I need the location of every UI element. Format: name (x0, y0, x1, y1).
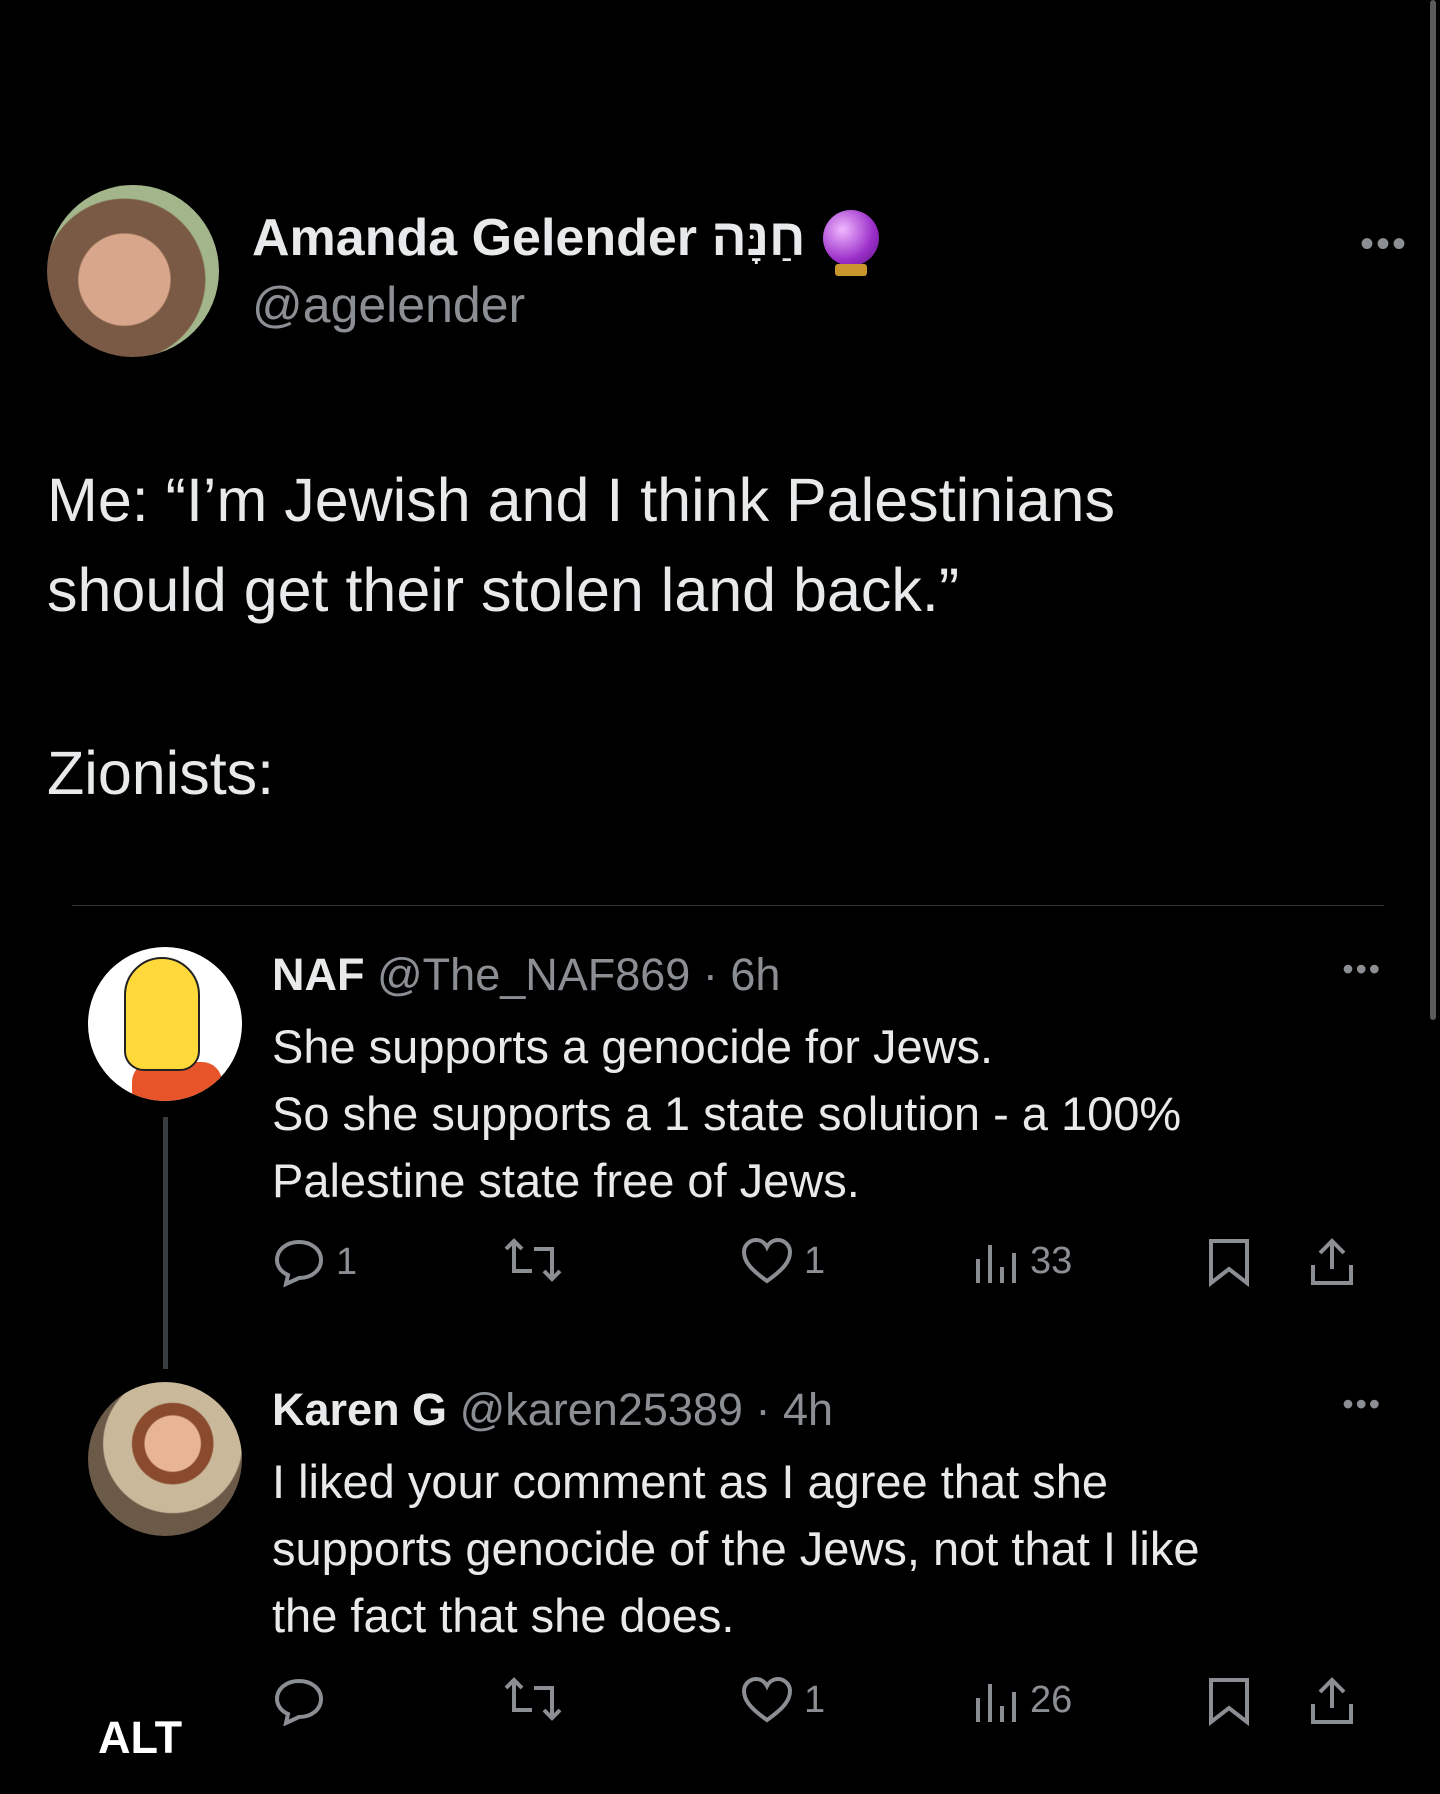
retweet-button[interactable] (502, 1237, 564, 1283)
post-text-line: should get their stolen land back.” (47, 556, 960, 624)
reply-actions: 1 1 33 (272, 1237, 1440, 1293)
reply-text-line: I liked your comment as I agree that she (272, 1455, 1108, 1508)
reply-avatar[interactable] (88, 947, 242, 1101)
reply-header: Karen G @karen25389 · 4h (272, 1382, 1382, 1438)
reply-meta[interactable]: @karen25389 · 4h (460, 1384, 833, 1435)
scrollbar[interactable] (1430, 0, 1436, 1020)
reply-text-line: supports genocide of the Jews, not that … (272, 1522, 1200, 1575)
views-chart-icon (976, 1245, 1016, 1283)
reply-text-line: the fact that she does. (272, 1589, 735, 1642)
like-count: 1 (804, 1239, 826, 1282)
reply-avatar[interactable] (88, 1382, 242, 1536)
views-count: 33 (1030, 1239, 1073, 1282)
divider (72, 905, 1384, 906)
heart-icon (741, 1676, 793, 1723)
views-button[interactable]: 33 (972, 1237, 1072, 1285)
alt-text-badge[interactable]: ALT (98, 1712, 182, 1764)
reply-author-name[interactable]: NAF (272, 949, 364, 1000)
heart-icon (741, 1237, 793, 1284)
thread-connector-line (163, 1117, 168, 1369)
like-button[interactable]: 1 (740, 1237, 825, 1285)
reply-body: NAF @The_NAF869 · 6h She supports a geno… (272, 947, 1382, 1214)
more-options-icon[interactable]: ••• (1360, 222, 1408, 267)
author-handle[interactable]: @agelender (252, 276, 879, 334)
share-icon (1311, 1238, 1353, 1285)
reply-author-name[interactable]: Karen G (272, 1384, 447, 1435)
reply-text: She supports a genocide for Jews. So she… (272, 1013, 1382, 1214)
author-block: Amanda Gelender חַנָּה @agelender (252, 208, 880, 334)
reply-header: NAF @The_NAF869 · 6h (272, 947, 1382, 1003)
reply-meta[interactable]: @The_NAF869 · 6h (377, 949, 780, 1000)
views-button[interactable]: 26 (972, 1676, 1072, 1724)
post-text-line: Zionists: (47, 739, 275, 807)
post-text: Me: “I’m Jewish and I think Palestinians… (47, 455, 1387, 635)
reply-text-line: So she supports a 1 state solution - a 1… (272, 1087, 1182, 1140)
like-count: 1 (804, 1678, 826, 1721)
post-header: Amanda Gelender חַנָּה @agelender (47, 185, 1407, 357)
like-button[interactable]: 1 (740, 1676, 825, 1724)
reply-text-line: She supports a genocide for Jews. (272, 1020, 994, 1073)
share-icon (1311, 1677, 1353, 1724)
comment-icon (274, 1678, 324, 1726)
share-button[interactable] (1307, 1676, 1357, 1726)
more-options-icon[interactable]: ••• (1342, 951, 1382, 988)
reply-button[interactable] (272, 1676, 336, 1726)
author-name-row[interactable]: Amanda Gelender חַנָּה (252, 208, 880, 276)
views-chart-icon (976, 1684, 1016, 1722)
bookmark-button[interactable] (1207, 1676, 1251, 1726)
reply-body: Karen G @karen25389 · 4h I liked your co… (272, 1382, 1382, 1649)
views-count: 26 (1030, 1678, 1073, 1721)
bookmark-icon (1209, 1239, 1249, 1287)
retweet-icon (504, 1677, 562, 1721)
post-text-line: Me: “I’m Jewish and I think Palestinians (47, 466, 1115, 534)
author-avatar[interactable] (47, 185, 219, 357)
reply-button[interactable]: 1 (272, 1237, 357, 1287)
share-button[interactable] (1307, 1237, 1357, 1287)
reply-count: 1 (336, 1240, 358, 1283)
reply-actions: 1 26 (272, 1676, 1440, 1732)
retweet-icon (504, 1238, 562, 1282)
reply-text-line: Palestine state free of Jews. (272, 1154, 860, 1207)
avatar-face (124, 957, 200, 1071)
reply-text: I liked your comment as I agree that she… (272, 1448, 1382, 1649)
author-name: Amanda Gelender חַנָּה (252, 209, 806, 267)
comment-icon (274, 1239, 324, 1287)
more-options-icon[interactable]: ••• (1342, 1386, 1382, 1423)
crystal-ball-icon (823, 210, 880, 276)
retweet-button[interactable] (502, 1676, 564, 1722)
bookmark-button[interactable] (1207, 1237, 1251, 1287)
bookmark-icon (1209, 1678, 1249, 1726)
